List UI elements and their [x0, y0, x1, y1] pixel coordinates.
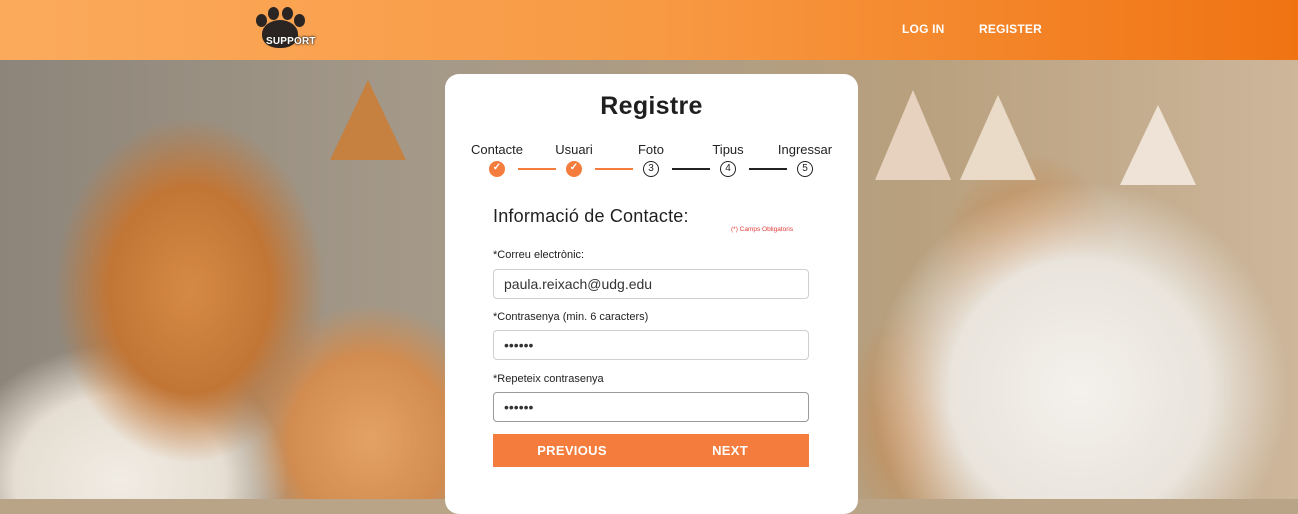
previous-button[interactable]: PREVIOUS: [493, 434, 651, 467]
step-4-number: 4: [720, 161, 736, 177]
page-title: Registre: [600, 92, 703, 120]
email-label: *Correu electrònic:: [493, 249, 585, 261]
repeat-password-field[interactable]: [493, 392, 809, 422]
section-title: Informació de Contacte:: [493, 206, 689, 226]
step-2-check-icon: ✓: [566, 161, 582, 177]
support-logo[interactable]: SUPPORT: [252, 6, 322, 50]
paw-toe-2: [268, 7, 279, 20]
registration-card: Registre Contacte Usuari Foto Tipus Ingr…: [445, 74, 858, 514]
step-label-foto: Foto: [637, 142, 664, 157]
email-field[interactable]: [493, 269, 809, 299]
password-label: *Contrasenya (min. 6 caracters): [493, 311, 649, 323]
nav-log-in-link[interactable]: LOG IN: [902, 22, 945, 36]
step-connector-2: [595, 168, 633, 170]
step-label-contacte: Contacte: [470, 142, 524, 157]
required-fields-note: (*) Camps Obligatoris: [731, 226, 794, 233]
logo-text: SUPPORT: [266, 36, 316, 47]
step-label-tipus: Tipus: [712, 142, 744, 157]
step-label-ingressar: Ingressar: [777, 142, 833, 157]
step-label-usuari: Usuari: [555, 142, 593, 157]
step-connector-3: [672, 168, 710, 170]
step-5-number: 5: [797, 161, 813, 177]
kitten-ear-left: [330, 80, 406, 160]
step-1-check-icon: ✓: [489, 161, 505, 177]
step-connector-1: [518, 168, 556, 170]
step-3-number: 3: [643, 161, 659, 177]
repeat-password-label: *Repeteix contrasenya: [493, 373, 604, 385]
kitten-ear-right-2: [960, 95, 1036, 180]
paw-toe-3: [282, 7, 293, 20]
next-button[interactable]: NEXT: [651, 434, 809, 467]
kitten-ear-right-3: [1120, 105, 1196, 185]
step-connector-4: [749, 168, 787, 170]
nav-register-link[interactable]: REGISTER: [979, 22, 1042, 36]
password-field[interactable]: [493, 330, 809, 360]
kitten-ear-right-1: [875, 90, 951, 180]
paw-toe-4: [294, 14, 305, 27]
top-navigation-bar: SUPPORT LOG IN REGISTER: [0, 0, 1298, 60]
